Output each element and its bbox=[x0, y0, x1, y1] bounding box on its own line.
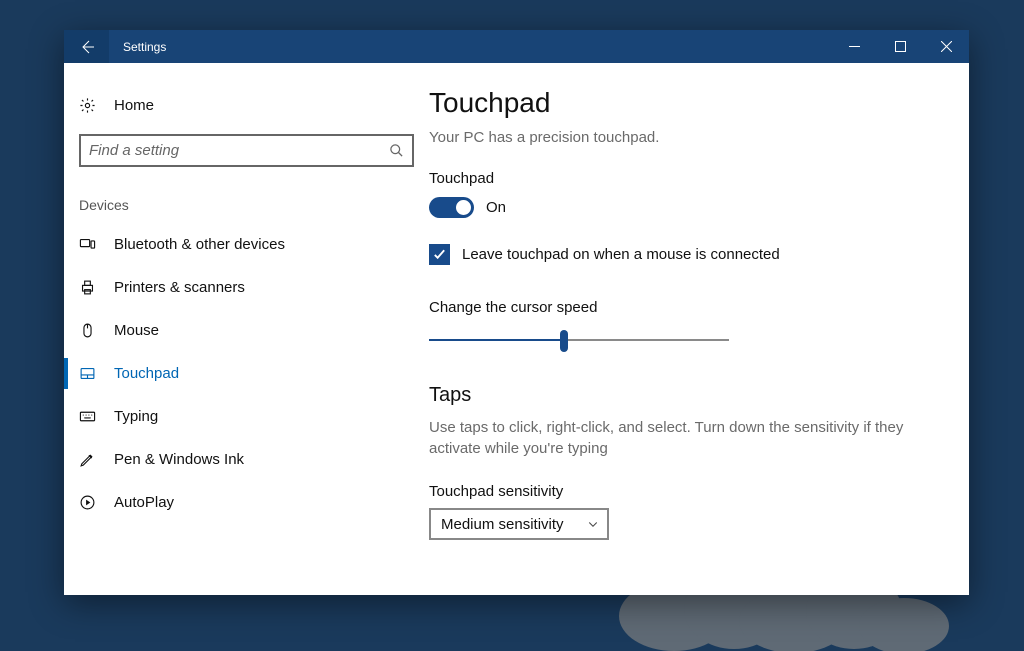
sidebar-item-mouse[interactable]: Mouse bbox=[64, 309, 429, 352]
minimize-button[interactable] bbox=[831, 30, 877, 63]
close-button[interactable] bbox=[923, 30, 969, 63]
sensitivity-label: Touchpad sensitivity bbox=[429, 483, 929, 500]
titlebar: Settings bbox=[64, 30, 969, 63]
search-input[interactable] bbox=[89, 142, 389, 159]
sidebar: Home Devices Bluetooth & other devices bbox=[64, 63, 429, 595]
category-label: Devices bbox=[64, 177, 429, 223]
minimize-icon bbox=[849, 41, 860, 52]
window-title: Settings bbox=[123, 40, 166, 54]
close-icon bbox=[941, 41, 952, 52]
mouse-icon bbox=[79, 322, 96, 339]
touchpad-toggle-label: Touchpad bbox=[429, 170, 929, 187]
toggle-state-label: On bbox=[486, 199, 506, 216]
sensitivity-value: Medium sensitivity bbox=[441, 516, 564, 533]
page-subtitle: Your PC has a precision touchpad. bbox=[429, 129, 929, 146]
home-button[interactable]: Home bbox=[64, 89, 429, 122]
sidebar-item-autoplay[interactable]: AutoPlay bbox=[64, 481, 429, 524]
sensitivity-dropdown[interactable]: Medium sensitivity bbox=[429, 508, 609, 540]
gear-icon bbox=[79, 97, 96, 114]
sidebar-item-printers[interactable]: Printers & scanners bbox=[64, 266, 429, 309]
search-icon bbox=[389, 143, 404, 158]
settings-window: Settings Home bbox=[64, 30, 969, 595]
sidebar-item-bluetooth[interactable]: Bluetooth & other devices bbox=[64, 223, 429, 266]
sidebar-item-label: Mouse bbox=[114, 322, 159, 339]
sidebar-item-label: Typing bbox=[114, 408, 158, 425]
sidebar-item-label: AutoPlay bbox=[114, 494, 174, 511]
sidebar-item-label: Printers & scanners bbox=[114, 279, 245, 296]
maximize-icon bbox=[895, 41, 906, 52]
sidebar-item-label: Pen & Windows Ink bbox=[114, 451, 244, 468]
leave-touchpad-on-checkbox[interactable] bbox=[429, 244, 450, 265]
checkbox-label: Leave touchpad on when a mouse is connec… bbox=[462, 246, 780, 263]
sidebar-item-touchpad[interactable]: Touchpad bbox=[64, 352, 429, 395]
printer-icon bbox=[79, 279, 96, 296]
sidebar-item-typing[interactable]: Typing bbox=[64, 395, 429, 438]
autoplay-icon bbox=[79, 494, 96, 511]
taps-description: Use taps to click, right-click, and sele… bbox=[429, 417, 909, 459]
sidebar-item-label: Bluetooth & other devices bbox=[114, 236, 285, 253]
maximize-button[interactable] bbox=[877, 30, 923, 63]
chevron-down-icon bbox=[587, 518, 599, 530]
taps-heading: Taps bbox=[429, 384, 929, 407]
checkmark-icon bbox=[432, 247, 447, 262]
main-panel: Touchpad Your PC has a precision touchpa… bbox=[429, 63, 969, 595]
touchpad-toggle[interactable] bbox=[429, 197, 474, 218]
cursor-speed-label: Change the cursor speed bbox=[429, 299, 929, 316]
arrow-left-icon bbox=[79, 39, 95, 55]
devices-icon bbox=[79, 236, 96, 253]
keyboard-icon bbox=[79, 408, 96, 425]
page-title: Touchpad bbox=[429, 87, 929, 119]
back-button[interactable] bbox=[64, 30, 109, 63]
pen-icon bbox=[79, 451, 96, 468]
sidebar-item-label: Touchpad bbox=[114, 365, 179, 382]
search-box[interactable] bbox=[79, 134, 414, 167]
touchpad-icon bbox=[79, 365, 96, 382]
home-label: Home bbox=[114, 97, 154, 114]
sidebar-item-pen[interactable]: Pen & Windows Ink bbox=[64, 438, 429, 481]
cursor-speed-slider[interactable] bbox=[429, 330, 729, 350]
